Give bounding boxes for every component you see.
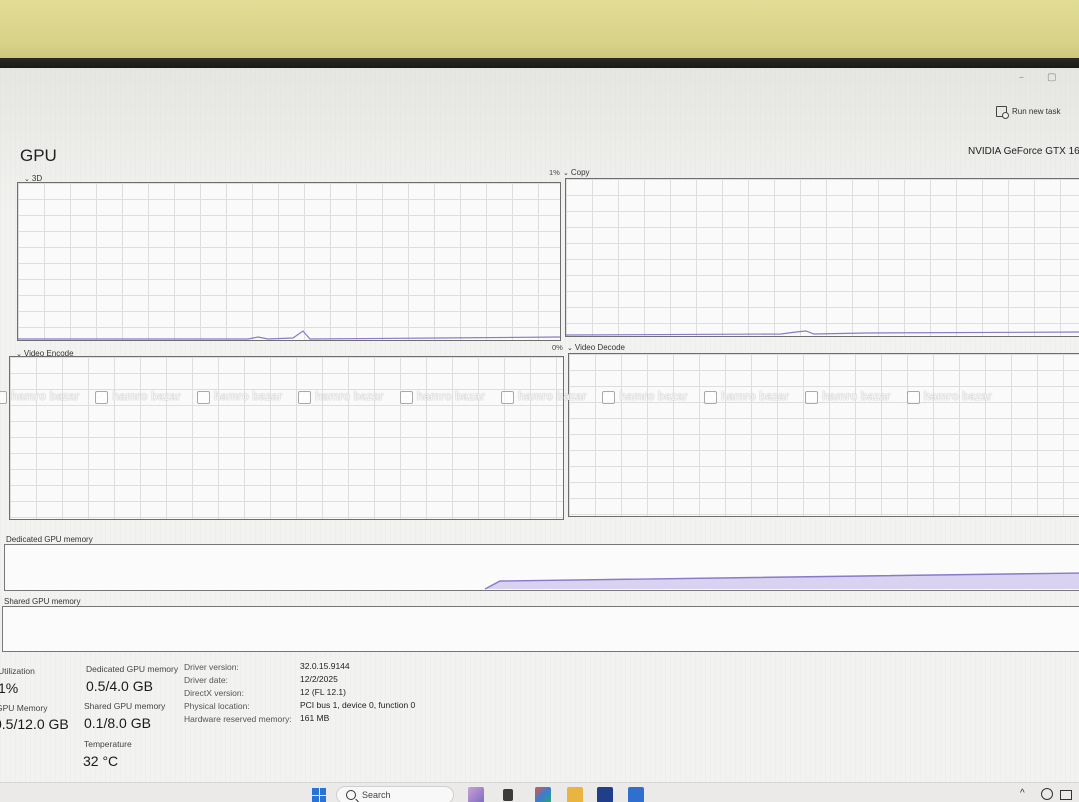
watermark-logo-icon [0, 390, 7, 404]
driver-date-value: 12/2/2025 [300, 674, 338, 684]
windows-start-icon[interactable] [312, 788, 326, 802]
microsoft-store-icon[interactable] [597, 787, 613, 802]
engine-copy-percent: 1% [549, 168, 560, 177]
search-icon [346, 790, 356, 800]
temperature-label: Temperature [84, 739, 132, 749]
watermark-text: hamro bazar [11, 391, 80, 403]
dedicated-memory-plot [484, 572, 1079, 590]
shared-memory-value: 0.1/8.0 GB [84, 715, 151, 731]
graph-dedicated-memory [4, 544, 1079, 591]
watermark-item: hamro bazar [805, 388, 891, 406]
watermark-item: hamro bazar [703, 388, 790, 406]
watermark-text: hamro bazar [923, 391, 992, 403]
engine-copy-selector[interactable]: ⌄ Copy [563, 168, 590, 177]
temperature-value: 32 °C [83, 753, 119, 769]
watermark-item: hamro bazar [602, 388, 688, 406]
watermark-logo-icon [196, 390, 210, 404]
graph-copy-plot [566, 330, 1079, 336]
gpu-model-name: NVIDIA GeForce GTX 16 [968, 146, 1079, 157]
task-manager-app-icon[interactable] [628, 787, 644, 802]
dedicated-memory-fill [485, 573, 1079, 589]
directx-version-value: 12 (FL 12.1) [300, 687, 346, 697]
network-icon[interactable] [1041, 788, 1053, 800]
graph-3d-plot [18, 330, 560, 340]
graph-copy-line [566, 330, 1079, 336]
run-new-task-label: Run new task [1012, 107, 1061, 116]
background-wall [0, 0, 1079, 64]
watermark-item: hamro bazar [196, 388, 283, 406]
watermark-logo-icon [906, 390, 920, 404]
directx-version-label: DirectX version: [184, 688, 244, 698]
dedicated-memory-value: 0.5/4.0 GB [86, 678, 153, 694]
watermark-logo-icon [95, 390, 109, 404]
watermark-item: hamro bazar [399, 388, 485, 406]
task-manager-window: – ▢ Run new task GPU NVIDIA GeForce GTX … [0, 68, 1079, 802]
watermark-item: hamro bazar [500, 388, 587, 406]
physical-location-label: Physical location: [184, 701, 250, 711]
watermark-text: hamro bazar [416, 391, 485, 403]
graph-copy [565, 178, 1079, 337]
watermark-logo-icon [298, 390, 312, 404]
graph-3d-line [18, 330, 560, 340]
reserved-memory-value: 161 MB [300, 713, 330, 723]
physical-location-value: PCI bus 1, device 0, function 0 [300, 700, 416, 710]
chevron-down-icon: ⌄ [563, 170, 569, 177]
watermark-item: hamro bazar [298, 388, 384, 406]
run-task-icon [996, 106, 1009, 119]
watermark-logo-icon [703, 390, 717, 404]
engine-decode-label: Video Decode [574, 343, 625, 352]
watermark-logo-icon [500, 390, 514, 404]
file-explorer-icon[interactable] [567, 787, 583, 802]
chevron-down-icon: ⌄ [567, 345, 573, 352]
engine-decode-percent: 0% [552, 343, 563, 352]
watermark-text: hamro bazar [720, 391, 790, 403]
graph-video-encode [9, 356, 564, 520]
driver-version-value: 32.0.15.9144 [300, 661, 350, 671]
graph-3d [17, 182, 561, 341]
watermark-text: hamro bazar [619, 391, 688, 403]
watermark-item: hamro bazar [906, 388, 992, 406]
engine-copy-label: Copy [570, 168, 590, 177]
taskbar: Search ^ [0, 782, 1079, 802]
dedicated-memory-label: Dedicated GPU memory [86, 664, 179, 674]
watermark-item: hamro bazar [95, 388, 181, 406]
watermark-text: hamro bazar [112, 391, 181, 403]
watermark-logo-icon [805, 390, 819, 404]
graph-shared-memory [2, 606, 1079, 652]
volume-icon[interactable] [1060, 790, 1072, 800]
taskbar-search-label: Search [362, 790, 391, 800]
chrome-browser-icon[interactable] [535, 787, 551, 802]
tray-overflow-icon[interactable]: ^ [1020, 788, 1025, 799]
shared-memory-graph-label: Shared GPU memory [4, 597, 81, 606]
utilization-value: 1% [0, 680, 19, 696]
watermark-text: hamro bazar [315, 391, 384, 403]
taskbar-search-box[interactable]: Search [336, 786, 454, 802]
dedicated-memory-graph-label: Dedicated GPU memory [6, 535, 93, 544]
task-view-icon[interactable] [503, 789, 513, 801]
minimize-icon[interactable]: – [1019, 72, 1024, 83]
reserved-memory-label: Hardware reserved memory: [184, 714, 292, 724]
driver-date-label: Driver date: [184, 675, 228, 685]
gpu-memory-label: GPU Memory [0, 703, 48, 713]
watermark-text: hamro bazar [517, 391, 587, 403]
page-title: GPU [20, 146, 57, 165]
shared-memory-label: Shared GPU memory [84, 701, 166, 711]
watermark-logo-icon [399, 390, 413, 404]
run-new-task-button[interactable]: Run new task [996, 106, 1061, 119]
maximize-icon[interactable]: ▢ [1047, 72, 1056, 83]
watermark-text: hamro bazar [822, 391, 891, 403]
engine-decode-selector[interactable]: ⌄ Video Decode [567, 343, 625, 352]
watermark-logo-icon [602, 390, 616, 404]
gpu-memory-value: 0.5/12.0 GB [0, 716, 69, 732]
watermark-overlay: hamro bazar hamro bazar hamro bazar hamro b… [0, 388, 1079, 406]
watermark-item: hamro bazar [0, 388, 79, 406]
watermark-text: hamro bazar [213, 391, 283, 403]
graph-video-decode [568, 353, 1079, 517]
driver-version-label: Driver version: [184, 662, 239, 672]
widgets-app-icon[interactable] [468, 787, 484, 802]
utilization-label: Utilization [0, 666, 35, 676]
